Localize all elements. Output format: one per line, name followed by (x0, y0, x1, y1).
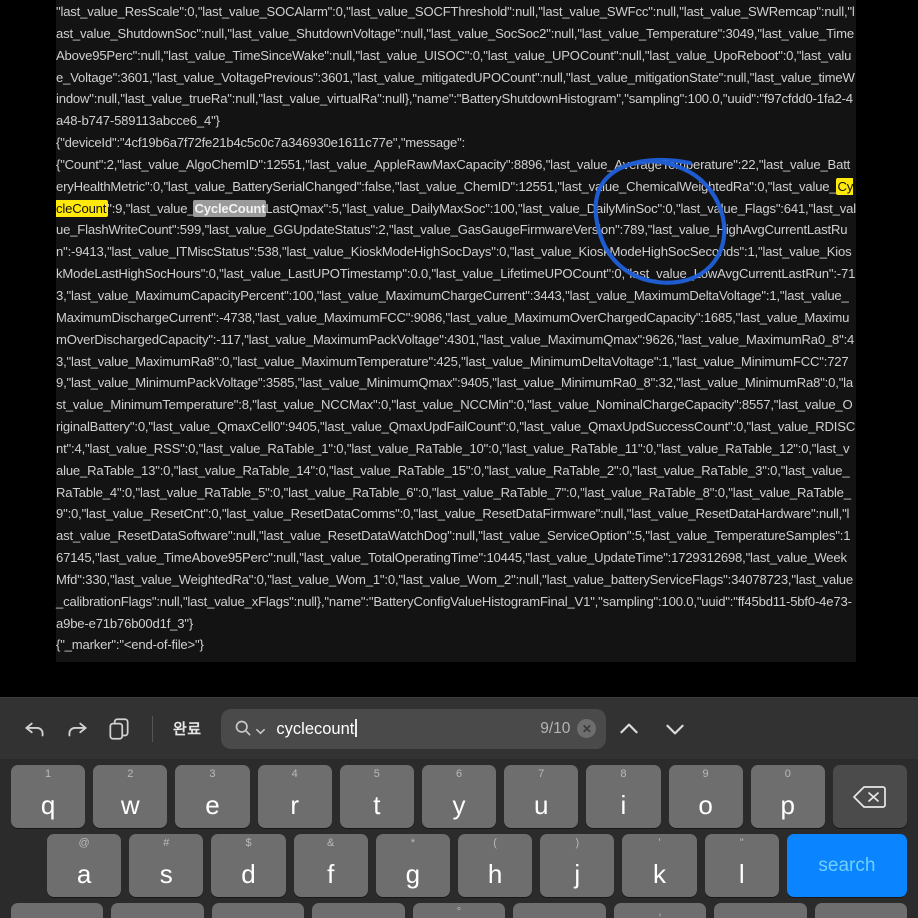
match-count-label: 9/10 (540, 719, 571, 737)
key-hint: 6 (455, 768, 463, 780)
key-label: d (241, 859, 256, 889)
key-hint: $ (245, 837, 252, 849)
key-hint: 0 (784, 768, 791, 780)
key-label: t (373, 790, 381, 820)
key-e[interactable]: 3e (175, 765, 250, 828)
key-q[interactable]: 1q (11, 765, 86, 828)
key-hint: 4 (291, 768, 298, 780)
active-search-highlight: CycleCount (56, 177, 854, 217)
key-h[interactable]: (h (458, 834, 533, 897)
paste-clipboard-icon[interactable] (98, 708, 140, 750)
search-input-value: cyclecount (276, 719, 355, 738)
text-caret (355, 718, 357, 737)
key-label: u (533, 790, 549, 820)
keyboard-row-2: @ a # s $ d & f * g(h) j ' k " l search (0, 834, 918, 897)
key-hint: , (658, 906, 662, 918)
key-a[interactable]: @ a (47, 834, 122, 897)
key-r[interactable]: 4r (257, 765, 332, 828)
keyboard-row-1: 1q2w3e4r5t6y7u8i9o0p (0, 765, 918, 828)
key-hint: 8 (620, 768, 627, 780)
json-log-text: "last_value_ResScale":0,"last_value_SOCA… (56, 0, 856, 663)
key-row3-5[interactable] (513, 903, 606, 918)
key-hint: ° (456, 906, 462, 918)
key-hint: " (739, 837, 744, 849)
magnifier-icon (233, 718, 266, 739)
key-label: w (120, 790, 140, 820)
key-label: a (76, 859, 92, 889)
backspace-delete-icon[interactable] (832, 765, 908, 828)
key-label: r (290, 790, 299, 820)
find-toolbar: 완료 cyclecount 9/10 ✕ (0, 697, 918, 759)
redo-arrow-icon[interactable] (56, 708, 98, 750)
search-key[interactable]: search (786, 834, 908, 897)
key-hint: @ (78, 837, 90, 849)
key-label: j (574, 859, 581, 889)
key-f[interactable]: & f (293, 834, 368, 897)
key-hint: ) (575, 837, 580, 849)
search-input[interactable]: cyclecount (276, 718, 540, 739)
key-row3-4[interactable]: ° (412, 903, 506, 918)
key-label: y (452, 790, 466, 820)
previous-match-chevron-up-icon[interactable] (606, 708, 652, 750)
key-label: f (327, 859, 335, 889)
key-hint: 3 (209, 768, 216, 780)
undo-arrow-icon[interactable] (14, 708, 56, 750)
key-d[interactable]: $ d (211, 834, 286, 897)
key-row3-7[interactable] (714, 903, 807, 918)
key-hint: # (163, 837, 170, 849)
key-row3-6[interactable]: , (613, 903, 707, 918)
key-label: h (487, 859, 503, 889)
key-k[interactable]: ' k (622, 834, 697, 897)
done-button[interactable]: 완료 (159, 718, 215, 739)
key-label: g (405, 859, 421, 889)
key-i[interactable]: 8i (586, 765, 661, 828)
chevron-down-icon[interactable] (255, 726, 266, 737)
key-hint: 2 (127, 768, 134, 780)
key-row3-1[interactable] (111, 903, 204, 918)
keyboard-row-3: °, (0, 903, 918, 918)
document-text-viewer[interactable]: "last_value_ResScale":0,"last_value_SOCA… (0, 0, 918, 697)
key-hint: * (410, 837, 416, 849)
key-hint: 5 (373, 768, 380, 780)
key-row3-8[interactable] (814, 903, 907, 918)
key-label: k (653, 859, 667, 889)
key-hint: 7 (538, 768, 545, 780)
onscreen-keyboard: 1q2w3e4r5t6y7u8i9o0p @ a # s $ d & f * g(h) j ' k " l s… (0, 759, 918, 918)
key-l[interactable]: " l (704, 834, 779, 897)
key-hint: ( (493, 837, 497, 849)
key-w[interactable]: 2w (93, 765, 168, 828)
key-row3-0[interactable] (11, 903, 104, 918)
key-t[interactable]: 5t (339, 765, 414, 828)
key-j[interactable]: ) j (540, 834, 615, 897)
search-key-label: search (818, 854, 876, 876)
key-g[interactable]: * g (375, 834, 451, 897)
key-label: p (780, 790, 796, 820)
key-label: o (698, 790, 713, 820)
key-row3-2[interactable] (211, 903, 305, 918)
key-hint: & (327, 837, 335, 849)
key-y[interactable]: 6y (421, 765, 497, 828)
key-hint: 1 (45, 768, 52, 780)
key-u[interactable]: 7u (504, 765, 579, 828)
search-match-highlight: CycleCount (193, 199, 267, 217)
key-label: l (738, 859, 745, 889)
key-label: q (40, 790, 56, 820)
key-hint: ' (658, 837, 661, 849)
search-field[interactable]: cyclecount 9/10 ✕ (221, 708, 607, 749)
key-hint: 9 (702, 768, 709, 780)
key-label: e (205, 790, 220, 820)
clear-search-button[interactable]: ✕ (577, 719, 597, 738)
screen-root: "last_value_ResScale":0,"last_value_SOCA… (0, 0, 918, 918)
next-match-chevron-down-icon[interactable] (652, 708, 698, 750)
key-label: s (159, 859, 173, 889)
key-s[interactable]: # s (129, 834, 204, 897)
key-p[interactable]: 0p (750, 765, 825, 828)
key-label: i (620, 790, 627, 820)
key-row3-3[interactable] (312, 903, 405, 918)
toolbar-divider (152, 715, 153, 742)
key-o[interactable]: 9o (668, 765, 743, 828)
